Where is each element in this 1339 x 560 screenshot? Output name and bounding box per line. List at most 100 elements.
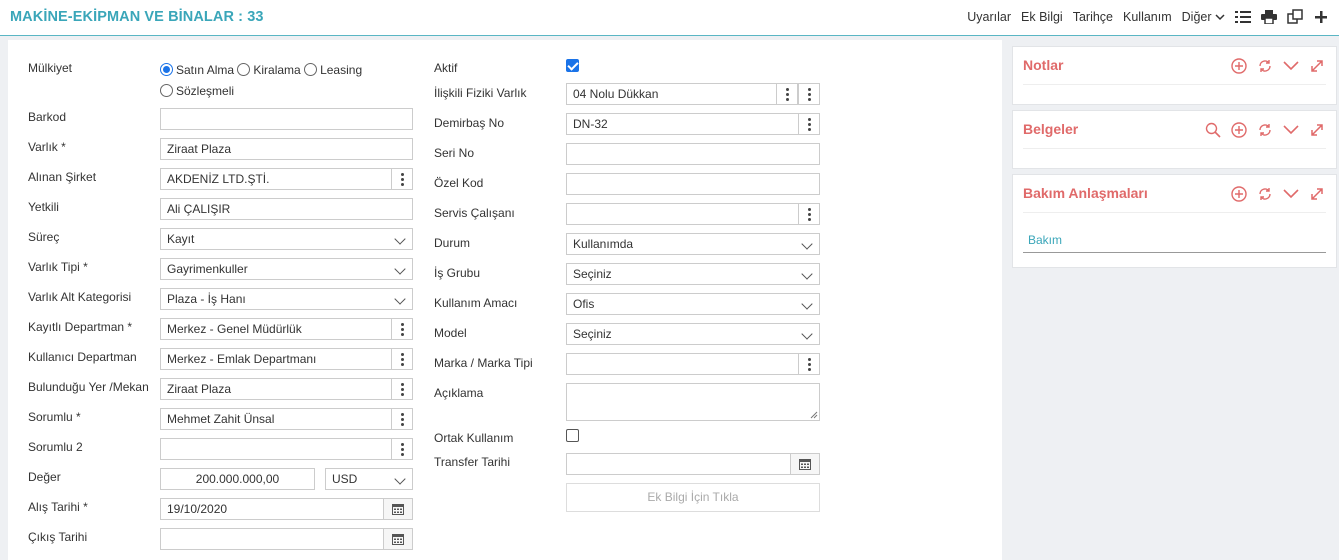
refresh-icon[interactable] (1256, 57, 1274, 75)
nav-tarihce[interactable]: Tarihçe (1073, 10, 1113, 24)
transfer-tarihi-input[interactable] (566, 453, 820, 475)
expand-icon[interactable] (1308, 121, 1326, 139)
ozel-kod-input[interactable] (566, 173, 820, 195)
kayitli-departman-input[interactable]: Merkez - Genel Müdürlük (160, 318, 413, 340)
aktif-label: Aktif (434, 61, 458, 75)
calendar-icon[interactable] (383, 529, 412, 549)
barkod-label: Barkod (28, 110, 67, 124)
bakim-tab[interactable]: Bakım (1023, 233, 1326, 253)
alinan-sirket-label: Alınan Şirket (28, 170, 97, 184)
list-icon[interactable] (1235, 9, 1251, 25)
nav-uyarilar[interactable]: Uyarılar (967, 10, 1011, 24)
chevron-down-icon[interactable] (1282, 121, 1300, 139)
radio-kiralama[interactable]: Kiralama (237, 63, 301, 77)
add-circle-icon[interactable] (1230, 57, 1248, 75)
barkod-input[interactable] (160, 108, 413, 130)
deger-input[interactable]: 200.000.000,00 (160, 468, 315, 490)
para-birimi-select[interactable]: USD (325, 468, 413, 490)
alinan-sirket-input[interactable]: AKDENİZ LTD.ŞTİ. (160, 168, 413, 190)
nav-diger[interactable]: Diğer (1182, 10, 1225, 24)
top-bar: MAKİNE-EKİPMAN VE BİNALAR : 33 Uyarılar … (0, 0, 1339, 36)
add-circle-icon[interactable] (1230, 121, 1248, 139)
durum-value: Kullanımda (573, 237, 634, 251)
more-icon[interactable] (798, 354, 819, 374)
calendar-icon[interactable] (790, 454, 819, 474)
aktif-checkbox[interactable] (566, 59, 579, 72)
chevron-down-icon[interactable] (1282, 57, 1300, 75)
radio-kiralama-control[interactable] (237, 63, 251, 76)
ortak-checkbox[interactable] (566, 429, 579, 442)
varlik-tipi-select[interactable]: Gayrimenkuller (160, 258, 413, 280)
nav-ek-bilgi[interactable]: Ek Bilgi (1021, 10, 1063, 24)
sorumlu-value: Mehmet Zahit Ünsal (167, 412, 275, 426)
varlik-label: Varlık * (28, 140, 66, 154)
surec-value: Kayıt (167, 232, 195, 246)
more-icon[interactable] (391, 349, 412, 369)
bakim-title: Bakım Anlaşmaları (1023, 185, 1148, 201)
refresh-icon[interactable] (1256, 185, 1274, 203)
more-icon[interactable] (798, 114, 819, 134)
print-icon[interactable] (1261, 9, 1277, 25)
radio-leasing[interactable]: Leasing (304, 63, 362, 77)
refresh-icon[interactable] (1256, 121, 1274, 139)
yetkili-input[interactable]: Ali ÇALIŞIR (160, 198, 413, 220)
radio-satin-alma-control[interactable] (160, 63, 173, 76)
expand-icon[interactable] (1308, 185, 1326, 203)
sorumlu-input[interactable]: Mehmet Zahit Ünsal (160, 408, 413, 430)
model-select[interactable]: Seçiniz (566, 323, 820, 345)
bulundugu-yer-input[interactable]: Ziraat Plaza (160, 378, 413, 400)
demirbas-value: DN-32 (573, 117, 608, 131)
sorumlu2-input[interactable] (160, 438, 413, 460)
expand-icon[interactable] (1308, 57, 1326, 75)
more-icon[interactable] (391, 409, 412, 429)
alis-tarihi-input[interactable]: 19/10/2020 (160, 498, 413, 520)
servis-input[interactable] (566, 203, 820, 225)
alt-kategori-select[interactable]: Plaza - İş Hanı (160, 288, 413, 310)
chevron-down-icon (394, 233, 406, 245)
belgeler-title: Belgeler (1023, 121, 1079, 137)
resize-handle-icon[interactable] (810, 411, 818, 419)
kullanim-amaci-label: Kullanım Amacı (434, 296, 518, 310)
more-icon[interactable] (391, 319, 412, 339)
copy-icon[interactable] (1287, 9, 1303, 25)
durum-select[interactable]: Kullanımda (566, 233, 820, 255)
radio-satin-alma-label: Satın Alma (176, 63, 235, 77)
radio-sozlesmeli[interactable]: Sözleşmeli (160, 84, 234, 98)
alinan-sirket-value: AKDENİZ LTD.ŞTİ. (167, 172, 270, 186)
bulundugu-yer-label: Bulunduğu Yer /Mekan (28, 380, 149, 394)
iliskili-input[interactable]: 04 Nolu Dükkan (566, 83, 820, 105)
aciklama-textarea[interactable] (566, 383, 820, 421)
more-icon[interactable] (798, 84, 819, 104)
more-icon[interactable] (798, 204, 819, 224)
is-grubu-select[interactable]: Seçiniz (566, 263, 820, 285)
bakim-actions (1230, 185, 1326, 203)
alis-tarihi-label: Alış Tarihi * (28, 500, 88, 514)
calendar-icon[interactable] (383, 499, 412, 519)
seri-input[interactable] (566, 143, 820, 165)
radio-sozlesmeli-control[interactable] (160, 84, 173, 97)
varlik-tipi-label: Varlık Tipi * (28, 260, 88, 274)
kullanim-amaci-select[interactable]: Ofis (566, 293, 820, 315)
kullanici-departman-input[interactable]: Merkez - Emlak Departmanı (160, 348, 413, 370)
more-icon[interactable] (391, 439, 412, 459)
varlik-input[interactable]: Ziraat Plaza (160, 138, 413, 160)
top-nav: Uyarılar Ek Bilgi Tarihçe Kullanım Diğer (967, 9, 1329, 25)
radio-leasing-control[interactable] (304, 63, 318, 76)
divider (1023, 212, 1326, 213)
demirbas-input[interactable]: DN-32 (566, 113, 820, 135)
more-icon[interactable] (776, 84, 798, 104)
cikis-tarihi-input[interactable] (160, 528, 413, 550)
ek-bilgi-button[interactable]: Ek Bilgi İçin Tıkla (566, 483, 820, 512)
surec-select[interactable]: Kayıt (160, 228, 413, 250)
radio-satin-alma[interactable]: Satın Alma (160, 63, 234, 77)
page-title: MAKİNE-EKİPMAN VE BİNALAR : 33 (10, 9, 264, 25)
marka-input[interactable] (566, 353, 820, 375)
nav-kullanim[interactable]: Kullanım (1123, 10, 1172, 24)
search-icon[interactable] (1204, 121, 1222, 139)
mulkiyet-radio-group: Satın Alma Kiralama Leasing Sözleşmeli (160, 60, 390, 102)
chevron-down-icon[interactable] (1282, 185, 1300, 203)
more-icon[interactable] (391, 169, 412, 189)
add-icon[interactable] (1313, 9, 1329, 25)
more-icon[interactable] (391, 379, 412, 399)
add-circle-icon[interactable] (1230, 185, 1248, 203)
